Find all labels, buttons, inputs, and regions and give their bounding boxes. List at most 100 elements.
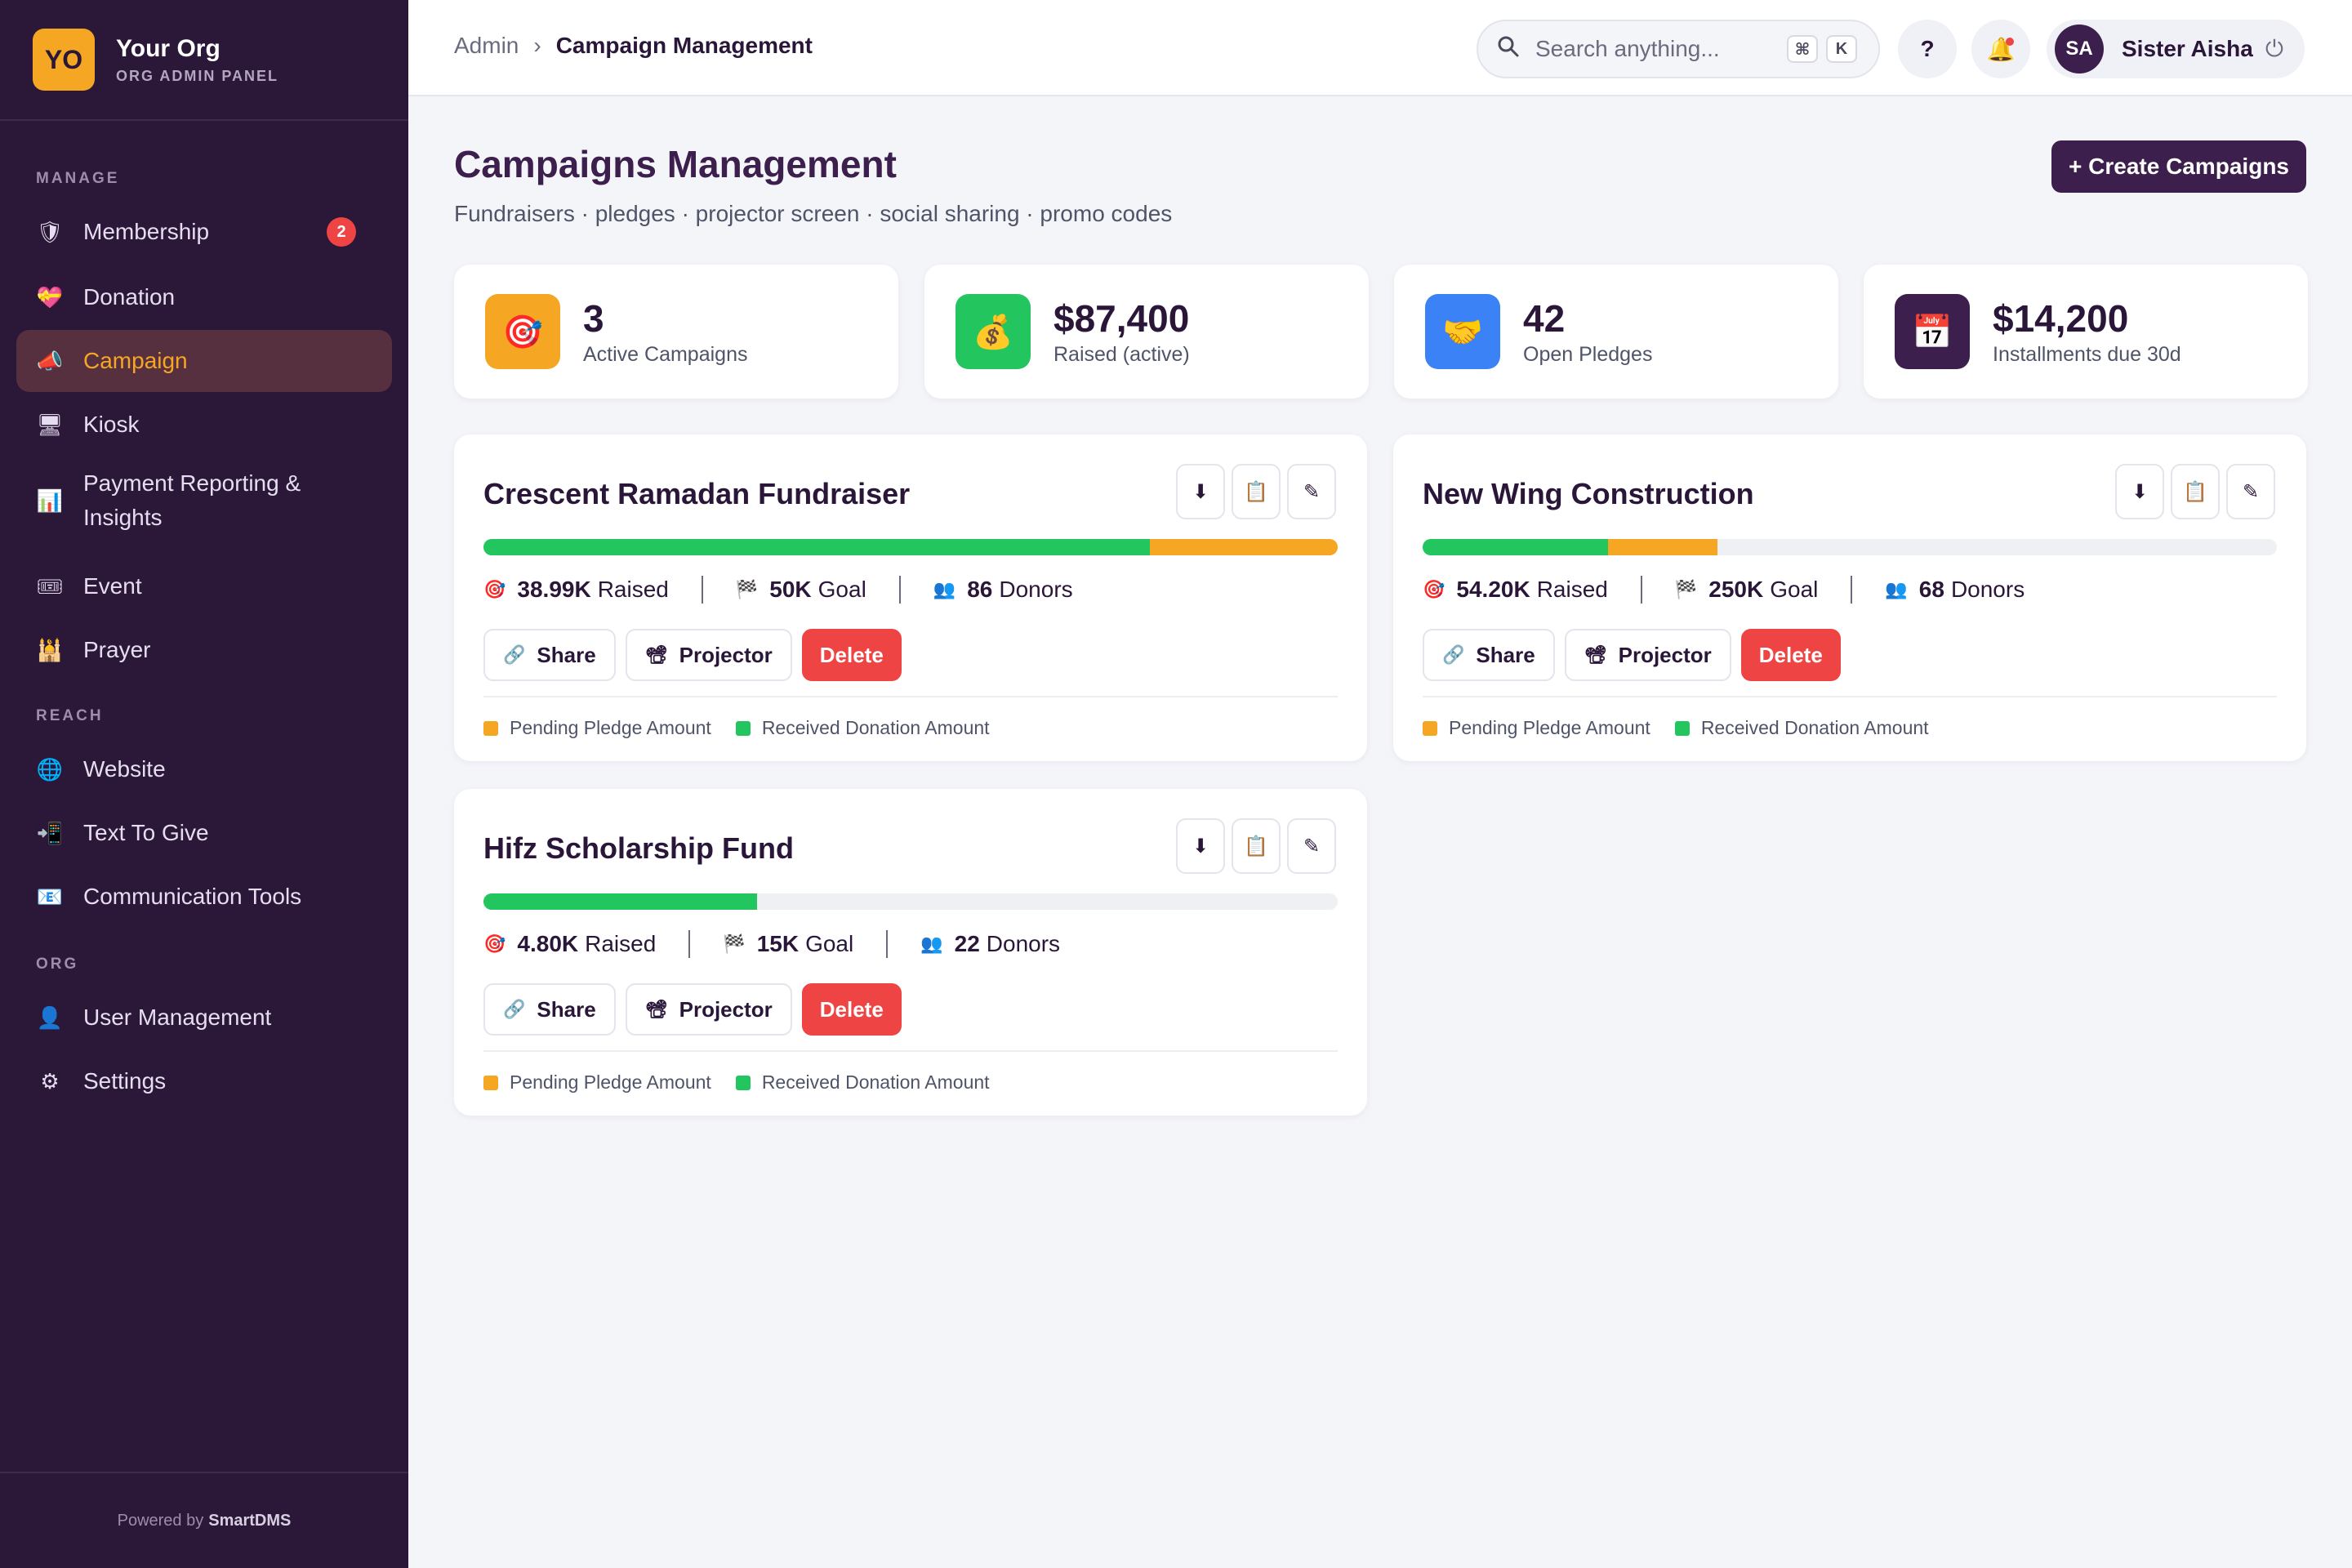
campaign-actions: 🔗 Share 📽 Projector Delete [1423, 629, 1851, 681]
target-icon: 🎯 [483, 933, 506, 954]
search-box[interactable]: Search anything... ⌘ K [1477, 20, 1880, 78]
share-button[interactable]: 🔗 Share [483, 983, 616, 1036]
sidebar-item-donation[interactable]: 💝 Donation [16, 266, 392, 328]
edit-button[interactable]: ✎ [1287, 464, 1336, 519]
create-campaign-button[interactable]: + Create Campaigns [2051, 140, 2306, 193]
campaign-actions: 🔗 Share 📽 Projector Delete [483, 629, 911, 681]
sidebar-item-user-management[interactable]: 👤 User Management [16, 987, 392, 1049]
goal-label: Goal [817, 577, 866, 602]
share-button[interactable]: 🔗 Share [483, 629, 616, 681]
legend-received: Received Donation Amount [735, 717, 990, 739]
delete-button[interactable]: Delete [801, 629, 902, 681]
pending-swatch [483, 720, 498, 736]
notes-button[interactable]: 📋 [1232, 464, 1281, 519]
delete-button[interactable]: Delete [1740, 629, 1841, 681]
share-label: Share [1476, 642, 1535, 667]
progress-bar [483, 893, 1338, 910]
campaign-metrics: 🎯 38.99K Raised 🏁 50K Goal 👥 86 Donors [483, 572, 1073, 608]
stat-card: 🤝 42 Open Pledges [1394, 265, 1838, 399]
delete-button[interactable]: Delete [801, 983, 902, 1036]
metric-divider [688, 930, 691, 958]
nav-section-org: ORG [36, 956, 79, 973]
calendar-icon: 📅 [1895, 294, 1970, 369]
sidebar-item-label: User Management [83, 1004, 272, 1030]
projector-button[interactable]: 📽 Projector [625, 629, 792, 681]
projector-icon: 📽 [644, 999, 668, 1019]
donors-label: Donors [999, 577, 1073, 602]
donors-metric: 👥 68 Donors [1885, 577, 2025, 603]
notes-button[interactable]: 📋 [1232, 818, 1281, 874]
stat-card: 🎯 3 Active Campaigns [454, 265, 898, 399]
sidebar-item-kiosk[interactable]: 🖥 Kiosk [16, 394, 392, 456]
sidebar-item-label: Website [83, 756, 166, 782]
projector-button[interactable]: 📽 Projector [1564, 629, 1731, 681]
user-menu[interactable]: SA Sister Aisha ⏻ [2047, 20, 2305, 78]
help-button[interactable]: ? [1898, 20, 1957, 78]
projector-button[interactable]: 📽 Projector [625, 983, 792, 1036]
raised-label: Raised [585, 931, 657, 956]
goal-metric: 🏁 15K Goal [723, 931, 853, 957]
projector-icon: 📽 [1584, 644, 1607, 665]
edit-button[interactable]: ✎ [2226, 464, 2275, 519]
sidebar-item-website[interactable]: 🌐 Website [16, 738, 392, 800]
gear-icon: ⚙ [40, 1068, 60, 1094]
goal-metric: 🏁 50K Goal [736, 577, 866, 603]
donors-label: Donors [1950, 577, 2025, 602]
sidebar-item-communication-tools[interactable]: 📧 Communication Tools [16, 866, 392, 928]
projector-label: Projector [679, 642, 773, 667]
sidebar-item-text-to-give[interactable]: 📲 Text To Give [16, 802, 392, 864]
download-button[interactable]: ⬇ [2115, 464, 2164, 519]
raised-metric: 🎯 54.20K Raised [1423, 577, 1608, 603]
link-icon: 🔗 [503, 644, 526, 665]
donors-label: Donors [986, 931, 1061, 956]
sidebar-item-campaign[interactable]: 📣 Campaign [16, 330, 392, 392]
pending-swatch [1423, 720, 1437, 736]
money-bag-icon: 💰 [956, 294, 1031, 369]
breadcrumb-admin[interactable]: Admin [454, 33, 519, 59]
checkered-flag-icon: 🏁 [735, 579, 759, 599]
received-swatch [1674, 720, 1690, 736]
download-button[interactable]: ⬇ [1176, 818, 1225, 874]
legend-received-label: Received Donation Amount [761, 717, 990, 738]
notifications-button[interactable]: 🔔 [1971, 20, 2030, 78]
edit-button[interactable]: ✎ [1287, 818, 1336, 874]
power-icon[interactable]: ⏻ [2265, 36, 2283, 63]
target-icon: 🎯 [485, 294, 560, 369]
sidebar-item-label: Donation [83, 284, 176, 310]
goal-label: Goal [805, 931, 854, 956]
sidebar-item-prayer[interactable]: 🕌 Prayer [16, 619, 392, 681]
projector-label: Projector [679, 996, 773, 1022]
people-icon: 👥 [1885, 579, 1908, 599]
raised-value: 4.80K [517, 931, 579, 956]
search-icon [1496, 34, 1521, 65]
clipboard-icon: 📋 [1244, 480, 1268, 503]
nav-section-manage: MANAGE [36, 170, 120, 187]
notes-button[interactable]: 📋 [2171, 464, 2220, 519]
kbd-cmd: ⌘ [1787, 35, 1818, 63]
progress-legend: Pending Pledge Amount Received Donation A… [483, 1071, 1014, 1094]
search-input[interactable]: Search anything... [1535, 36, 1787, 62]
sidebar-item-label: Prayer [83, 637, 151, 662]
campaign-title: New Wing Construction [1423, 477, 1754, 510]
download-icon: ⬇ [1192, 835, 1209, 858]
sidebar-item-label: Settings [83, 1068, 167, 1094]
sidebar-item-payment-reporting-insights[interactable]: 📊 Payment Reporting & Insights [16, 457, 392, 544]
sidebar-item-settings[interactable]: ⚙ Settings [16, 1050, 392, 1112]
delete-label: Delete [1758, 642, 1823, 667]
sidebar-item-label: Communication Tools [83, 884, 302, 909]
share-button[interactable]: 🔗 Share [1423, 629, 1555, 681]
download-button[interactable]: ⬇ [1176, 464, 1225, 519]
sidebar-item-membership[interactable]: 🛡 Membership 2 [16, 201, 392, 263]
sidebar-item-event[interactable]: 🎟 Event [16, 555, 392, 617]
stat-label: Active Campaigns [583, 342, 748, 366]
progress-bar [483, 539, 1338, 555]
metric-divider [886, 930, 889, 958]
projector-label: Projector [1618, 642, 1712, 667]
card-divider [483, 696, 1338, 697]
user-icon: 👤 [36, 1004, 64, 1030]
raised-value: 54.20K [1456, 577, 1530, 602]
legend-pending: Pending Pledge Amount [483, 1071, 711, 1094]
raised-value: 38.99K [517, 577, 591, 602]
top-header: Admin › Campaign Management Search anyth… [408, 0, 2352, 96]
donors-metric: 👥 86 Donors [933, 577, 1073, 603]
